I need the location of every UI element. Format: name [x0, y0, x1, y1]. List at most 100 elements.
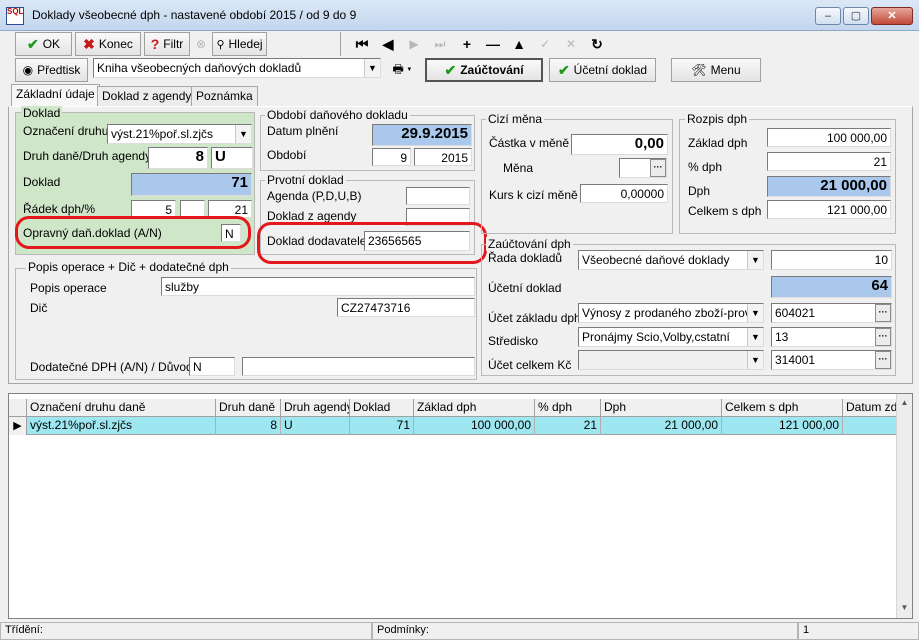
chevron-down-icon[interactable]: ▼ — [747, 304, 763, 322]
scroll-up-icon[interactable]: ▲ — [897, 395, 912, 411]
ucet-celkem-select[interactable]: ▼ — [578, 350, 764, 370]
col-pct-dph[interactable]: % dph — [535, 399, 601, 417]
oznaceni-druhu-select[interactable]: výst.21%poř.sl.zjčs ▼ — [107, 124, 252, 144]
chevron-down-icon[interactable]: ▼ — [747, 251, 763, 269]
next-record-icon[interactable]: ▶ — [402, 32, 426, 56]
stredisko-number-value: 13 — [775, 330, 789, 344]
minimize-button[interactable]: – — [815, 7, 841, 25]
celkem-dph-label: Celkem s dph — [688, 204, 762, 218]
obdobi-group-title: Období daňového dokladu — [265, 108, 410, 122]
rada-dokladu-number[interactable]: 10 — [771, 250, 892, 270]
add-record-icon[interactable]: + — [455, 32, 479, 56]
duvod-input[interactable] — [242, 357, 475, 376]
tab-poznamka[interactable]: Poznámka — [191, 86, 258, 106]
printer-icon[interactable]: 🖶 ▾ — [385, 58, 419, 82]
pct-dph-input[interactable]: 21 — [767, 152, 891, 171]
dph-input[interactable]: 21 000,00 — [767, 176, 891, 197]
status-podminky: Podmínky: — [372, 622, 798, 640]
filtr-button[interactable]: ? Filtr — [144, 32, 190, 56]
predtisk-label: Předtisk — [37, 63, 81, 77]
kniha-value: Kniha všeobecných daňových dokladů — [97, 61, 302, 75]
ellipsis-icon[interactable]: ··· — [875, 351, 891, 369]
refresh-icon[interactable]: ↻ — [585, 32, 609, 56]
grid-scrollbar[interactable] — [896, 394, 912, 618]
ucet-celkem-number[interactable]: 314001 ··· — [771, 350, 892, 370]
konec-button[interactable]: ✖ Konec — [75, 32, 141, 56]
cell-pct-dph: 21 — [535, 417, 601, 435]
doklad-number-input[interactable]: 71 — [131, 173, 252, 196]
chevron-down-icon[interactable]: ▼ — [364, 59, 380, 77]
menu-button[interactable]: 🛠 Menu — [671, 58, 761, 82]
hledej-button[interactable]: ⚲ Hledej — [212, 32, 267, 56]
col-druh-dane[interactable]: Druh daně — [216, 399, 281, 417]
celkem-dph-input[interactable]: 121 000,00 — [767, 200, 891, 219]
ucet-zakladu-number-value: 604021 — [775, 306, 816, 320]
datum-plneni-label: Datum plnění — [267, 124, 339, 138]
ellipsis-icon[interactable]: ··· — [650, 159, 666, 177]
chevron-down-icon[interactable]: ▼ — [747, 328, 763, 346]
col-druh-agendy[interactable]: Druh agendy — [281, 399, 350, 417]
dic-input[interactable]: CZ27473716 — [337, 298, 475, 317]
col-doklad[interactable]: Doklad — [350, 399, 414, 417]
ucetni-doklad-button[interactable]: ✔ Účetní doklad — [549, 58, 656, 82]
cancel-record-icon[interactable]: ✕ — [559, 32, 583, 56]
druh-dane-label: Druh daně/Druh agendy — [23, 149, 152, 163]
zauctovani-label: Zaúčtování — [460, 63, 524, 77]
popis-operace-input[interactable]: služby — [161, 277, 475, 296]
maximize-button[interactable]: ▢ — [843, 7, 869, 25]
delete-record-icon[interactable]: — — [481, 32, 505, 56]
scroll-down-icon[interactable]: ▼ — [897, 600, 912, 616]
clear-filter-icon[interactable]: ⊗ — [192, 32, 210, 56]
edit-record-icon[interactable]: ▲ — [507, 32, 531, 56]
close-button[interactable]: ✕ — [871, 7, 913, 25]
predtisk-button[interactable]: ◉ Předtisk — [15, 58, 88, 82]
first-record-icon[interactable]: ⏮ — [350, 32, 374, 56]
kniha-select[interactable]: Kniha všeobecných daňových dokladů ▼ — [93, 58, 381, 78]
filtr-label: Filtr — [163, 37, 184, 51]
mena-input[interactable]: ··· — [619, 158, 667, 178]
rada-dokladu-select[interactable]: Všeobecné daňové doklady ▼ — [578, 250, 764, 270]
menu-label: Menu — [710, 63, 741, 77]
ok-button[interactable]: ✔ OK — [15, 32, 72, 56]
agenda-input[interactable] — [406, 187, 470, 205]
ucet-zakladu-number[interactable]: 604021 ··· — [771, 303, 892, 323]
prev-record-icon[interactable]: ◀ — [376, 32, 400, 56]
dodatecne-dph-input[interactable]: N — [189, 357, 235, 376]
cell-zaklad-dph: 100 000,00 — [414, 417, 535, 435]
oznaceni-druhu-value: výst.21%poř.sl.zjčs — [111, 127, 214, 141]
kurs-input[interactable]: 0,00000 — [580, 184, 668, 203]
col-zaklad-dph[interactable]: Základ dph — [414, 399, 535, 417]
dph-label: Dph — [688, 184, 711, 198]
tab-zakladni-udaje[interactable]: Základní údaje — [11, 84, 100, 107]
obdobi-rok-input[interactable]: 2015 — [414, 148, 472, 166]
app-icon: SQL — [6, 7, 24, 25]
stredisko-number[interactable]: 13 ··· — [771, 327, 892, 347]
col-dph[interactable]: Dph — [601, 399, 722, 417]
druh-agendy-input[interactable]: U — [211, 147, 253, 169]
castka-input[interactable]: 0,00 — [571, 134, 668, 155]
tab-doklad-z-agendy[interactable]: Doklad z agendy — [97, 86, 197, 106]
col-celkem[interactable]: Celkem s dph — [722, 399, 843, 417]
chevron-down-icon[interactable]: ▼ — [747, 351, 763, 369]
post-record-icon[interactable]: ✓ — [533, 32, 557, 56]
col-oznaceni[interactable]: Označení druhu daně — [27, 399, 216, 417]
obdobi-mesic-input[interactable]: 9 — [372, 148, 411, 166]
status-trideni: Třídění: — [0, 622, 372, 640]
row-pointer-icon: ▶ — [9, 417, 27, 435]
ucet-zakladu-select[interactable]: Výnosy z prodaného zboží-provozo ▼ — [578, 303, 764, 323]
druh-dane-input[interactable]: 8 — [148, 147, 208, 169]
table-row[interactable]: výst.21%poř.sl.zjčs 8 U 71 100 000,00 21… — [27, 417, 899, 435]
ellipsis-icon[interactable]: ··· — [875, 328, 891, 346]
radek-dph-label: Řádek dph/% — [23, 202, 96, 216]
zauctovani-button[interactable]: ✔ Zaúčtování — [425, 58, 543, 82]
ellipsis-icon[interactable]: ··· — [875, 304, 891, 322]
datum-plneni-input[interactable]: 29.9.2015 — [372, 124, 472, 146]
ucetni-doklad-input[interactable]: 64 — [771, 276, 892, 298]
last-record-icon[interactable]: ⏭ — [428, 32, 452, 56]
zaklad-dph-input[interactable]: 100 000,00 — [767, 128, 891, 147]
stredisko-select[interactable]: Pronájmy Scio,Volby,cstatní ▼ — [578, 327, 764, 347]
col-datum[interactable]: Datum zda — [843, 399, 899, 417]
tools-icon: 🛠 — [691, 63, 707, 77]
chevron-down-icon[interactable]: ▼ — [235, 125, 251, 143]
ucet-celkem-label: Účet celkem Kč — [488, 358, 572, 372]
